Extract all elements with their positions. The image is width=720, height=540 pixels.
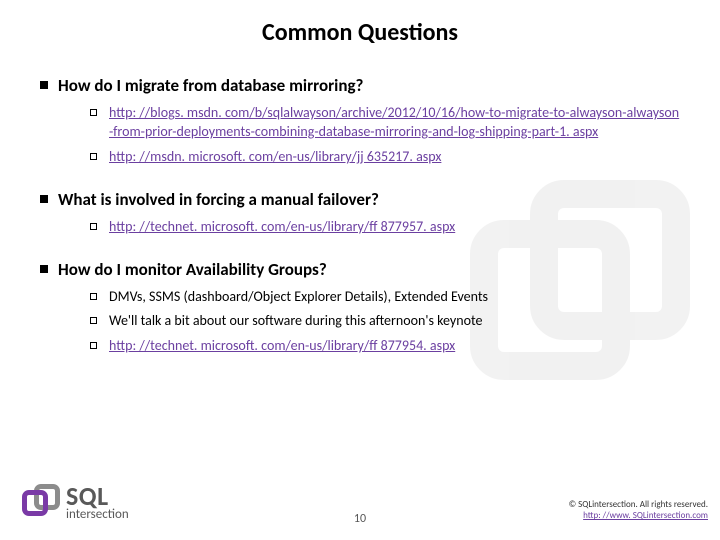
list-item: http: //blogs. msdn. com/b/sqlalwayson/a… <box>90 104 680 142</box>
copyright-block: © SQLintersection. All rights reserved. … <box>569 500 708 522</box>
logo-mark-icon <box>22 484 60 522</box>
answer-text: We'll talk a bit about our software duri… <box>109 312 482 331</box>
logo-text: SQL intersection <box>66 484 129 521</box>
list-item: DMVs, SSMS (dashboard/Object Explorer De… <box>90 288 680 307</box>
reference-link[interactable]: http: //msdn. microsoft. com/en-us/libra… <box>109 148 441 167</box>
question-text: How do I migrate from database mirroring… <box>58 75 363 96</box>
brand-logo: SQL intersection <box>22 484 129 522</box>
question-row: What is involved in forcing a manual fai… <box>40 189 680 210</box>
list-item: We'll talk a bit about our software duri… <box>90 312 680 331</box>
question-row: How do I migrate from database mirroring… <box>40 75 680 96</box>
reference-link[interactable]: http: //blogs. msdn. com/b/sqlalwayson/a… <box>109 104 680 142</box>
bullet-square-icon <box>40 81 48 89</box>
list-item: http: //msdn. microsoft. com/en-us/libra… <box>90 148 680 167</box>
reference-link[interactable]: http: //technet. microsoft. com/en-us/li… <box>109 337 455 356</box>
section-2: What is involved in forcing a manual fai… <box>40 189 680 237</box>
footer-link[interactable]: http: //www. SQLintersection.com <box>583 510 708 521</box>
question-text: What is involved in forcing a manual fai… <box>58 189 379 210</box>
question-row: How do I monitor Availability Groups? <box>40 259 680 280</box>
hollow-square-icon <box>90 153 97 160</box>
answer-list: DMVs, SSMS (dashboard/Object Explorer De… <box>40 288 680 357</box>
slide-title: Common Questions <box>40 18 680 47</box>
section-1: How do I migrate from database mirroring… <box>40 75 680 167</box>
section-3: How do I monitor Availability Groups? DM… <box>40 259 680 357</box>
hollow-square-icon <box>90 109 97 116</box>
hollow-square-icon <box>90 342 97 349</box>
answer-list: http: //technet. microsoft. com/en-us/li… <box>40 218 680 237</box>
hollow-square-icon <box>90 317 97 324</box>
list-item: http: //technet. microsoft. com/en-us/li… <box>90 337 680 356</box>
hollow-square-icon <box>90 293 97 300</box>
bullet-square-icon <box>40 265 48 273</box>
footer: SQL intersection 10 © SQLintersection. A… <box>0 468 720 540</box>
bullet-square-icon <box>40 195 48 203</box>
slide: Common Questions How do I migrate from d… <box>0 0 720 540</box>
question-text: How do I monitor Availability Groups? <box>58 259 327 280</box>
answer-list: http: //blogs. msdn. com/b/sqlalwayson/a… <box>40 104 680 167</box>
hollow-square-icon <box>90 223 97 230</box>
answer-text: DMVs, SSMS (dashboard/Object Explorer De… <box>109 288 488 307</box>
logo-sub: intersection <box>66 509 129 521</box>
list-item: http: //technet. microsoft. com/en-us/li… <box>90 218 680 237</box>
page-number: 10 <box>354 512 366 526</box>
logo-main: SQL <box>66 484 129 509</box>
reference-link[interactable]: http: //technet. microsoft. com/en-us/li… <box>109 218 455 237</box>
